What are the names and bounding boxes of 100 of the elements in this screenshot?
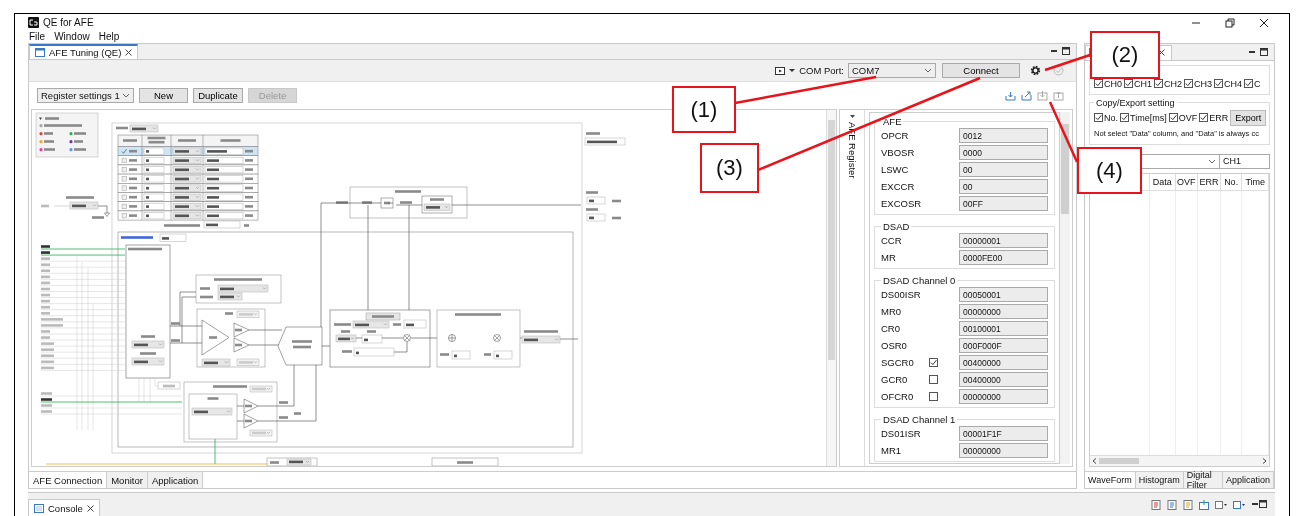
register-name: VBOSR xyxy=(881,147,916,159)
channel-field[interactable]: CH1 xyxy=(1220,153,1270,169)
duplicate-button[interactable]: Duplicate xyxy=(193,88,243,104)
com-port-dropdown[interactable]: COM7 xyxy=(848,63,936,79)
checkbox[interactable] xyxy=(1168,113,1178,123)
checkbox[interactable] xyxy=(1244,79,1254,89)
collapse-icon[interactable] xyxy=(849,114,855,120)
view-tab[interactable]: Application xyxy=(1222,471,1274,488)
column-header: ERR xyxy=(1198,173,1221,190)
register-value-field[interactable]: 0012 xyxy=(959,128,1048,144)
scroll-thumb[interactable] xyxy=(1099,457,1139,464)
scroll-thumb[interactable] xyxy=(1061,124,1069,215)
maximize-icon[interactable] xyxy=(1062,47,1070,56)
register-name: MR xyxy=(881,252,897,264)
register-value-field[interactable]: 00FF xyxy=(959,196,1048,212)
settings-icon[interactable] xyxy=(1030,65,1041,77)
checkbox-label: ERR xyxy=(1209,112,1229,123)
register-value-field[interactable]: 00 xyxy=(959,179,1048,195)
register-value-field[interactable]: 0000 xyxy=(959,145,1048,161)
console-tab[interactable]: Console xyxy=(28,499,100,516)
display-console-icon[interactable] xyxy=(1215,499,1227,510)
register-value-field[interactable]: 00000001 xyxy=(959,233,1048,249)
checkbox-label: No. xyxy=(1104,112,1118,123)
checkbox[interactable] xyxy=(1124,79,1133,89)
import-icon[interactable] xyxy=(1005,90,1016,101)
register-name: OFCR0 xyxy=(881,391,915,403)
callout-tooltip: (4) xyxy=(1077,147,1142,194)
group-title: DSAD xyxy=(882,221,911,233)
menu-item[interactable]: Help xyxy=(98,31,120,43)
register-set-dropdown[interactable]: Register settings 1 xyxy=(37,88,134,104)
minimize-icon[interactable] xyxy=(1251,500,1259,508)
close-icon[interactable] xyxy=(86,504,94,512)
column-header: Time xyxy=(1242,173,1269,190)
window-title: QE for AFE xyxy=(43,17,94,29)
menu-item[interactable]: File xyxy=(29,31,46,43)
view-tab[interactable]: Histogram xyxy=(1135,471,1184,488)
dropdown-caret-icon[interactable] xyxy=(789,67,796,74)
editor-tab[interactable]: AFE Tuning (QE) xyxy=(29,44,139,60)
checkbox-label: CH2 xyxy=(1164,78,1183,89)
scroll-right-icon[interactable] xyxy=(1262,457,1267,464)
checkbox[interactable] xyxy=(929,375,938,385)
group-title: Copy/Export setting xyxy=(1095,97,1176,108)
close-icon[interactable] xyxy=(125,49,133,57)
view-tab[interactable]: WaveForm xyxy=(1085,471,1136,488)
export-icon[interactable] xyxy=(1021,90,1032,101)
checkbox[interactable] xyxy=(929,358,938,368)
clear-console-icon[interactable] xyxy=(1151,499,1161,510)
scrollbar[interactable] xyxy=(1060,112,1070,465)
register-value-field[interactable]: 00 xyxy=(959,162,1048,178)
close-icon[interactable] xyxy=(1259,17,1269,28)
checkbox[interactable] xyxy=(929,392,938,402)
scroll-lock-icon[interactable] xyxy=(1167,499,1177,510)
view-tab[interactable]: Digital Filter xyxy=(1183,471,1223,488)
register-value-field[interactable]: 0000FE00 xyxy=(959,250,1048,266)
callout-tooltip: (1) xyxy=(672,86,736,133)
run-icon[interactable] xyxy=(775,65,786,76)
register-value-field[interactable]: 00000000 xyxy=(959,389,1048,405)
view-tab[interactable]: Application xyxy=(147,472,204,488)
scroll-thumb[interactable] xyxy=(828,120,835,361)
checkbox-label: CH3 xyxy=(1194,78,1213,89)
checkbox[interactable] xyxy=(1120,113,1129,123)
new-button[interactable]: New xyxy=(139,88,188,104)
register-name: OPCR xyxy=(881,130,910,142)
checkbox[interactable] xyxy=(1154,79,1164,89)
menu-item[interactable]: Window xyxy=(54,31,90,43)
register-name: CR0 xyxy=(881,323,901,335)
group-title: DSAD Channel 1 xyxy=(882,414,957,426)
checkbox[interactable] xyxy=(1094,79,1103,89)
caret-icon xyxy=(1208,157,1216,165)
register-value-field[interactable]: 00100001 xyxy=(959,321,1048,337)
connect-button[interactable]: Connect xyxy=(942,63,1020,79)
checkbox[interactable] xyxy=(1214,79,1224,89)
maximize-icon[interactable] xyxy=(1260,47,1268,56)
register-value-field[interactable]: 00001F1F xyxy=(959,426,1048,442)
register-name: CCR xyxy=(881,235,903,247)
register-value-field[interactable]: 00000000 xyxy=(959,304,1048,320)
maximize-icon[interactable] xyxy=(1259,500,1267,508)
register-value-field[interactable]: 00050001 xyxy=(959,287,1048,303)
register-value-field[interactable]: 00400000 xyxy=(959,372,1048,388)
register-value-field[interactable]: 000F000F xyxy=(959,338,1048,354)
app-logo-icon xyxy=(28,17,39,29)
view-tab[interactable]: Monitor xyxy=(107,472,148,488)
register-value-field[interactable]: 00000000 xyxy=(959,443,1048,459)
new-console-icon[interactable] xyxy=(1233,499,1245,510)
scrollbar[interactable] xyxy=(826,110,836,467)
restore-icon[interactable] xyxy=(1225,17,1235,28)
scrollbar[interactable] xyxy=(1090,454,1269,466)
pin-icon[interactable] xyxy=(1199,499,1209,510)
checkbox[interactable] xyxy=(1199,113,1209,123)
checkbox[interactable] xyxy=(1184,79,1194,89)
word-wrap-icon[interactable] xyxy=(1183,499,1193,510)
register-value-field[interactable]: 00400000 xyxy=(959,355,1048,371)
register-name: MR0 xyxy=(881,306,903,318)
export-button[interactable]: Export xyxy=(1230,109,1267,126)
callout-tooltip: (3) xyxy=(700,143,759,193)
check-circle-icon[interactable] xyxy=(1053,65,1064,77)
scroll-left-icon[interactable] xyxy=(1092,457,1097,464)
callout-line xyxy=(1044,53,1091,72)
register-name: DS00ISR xyxy=(881,289,922,301)
checkbox[interactable] xyxy=(1094,113,1103,123)
